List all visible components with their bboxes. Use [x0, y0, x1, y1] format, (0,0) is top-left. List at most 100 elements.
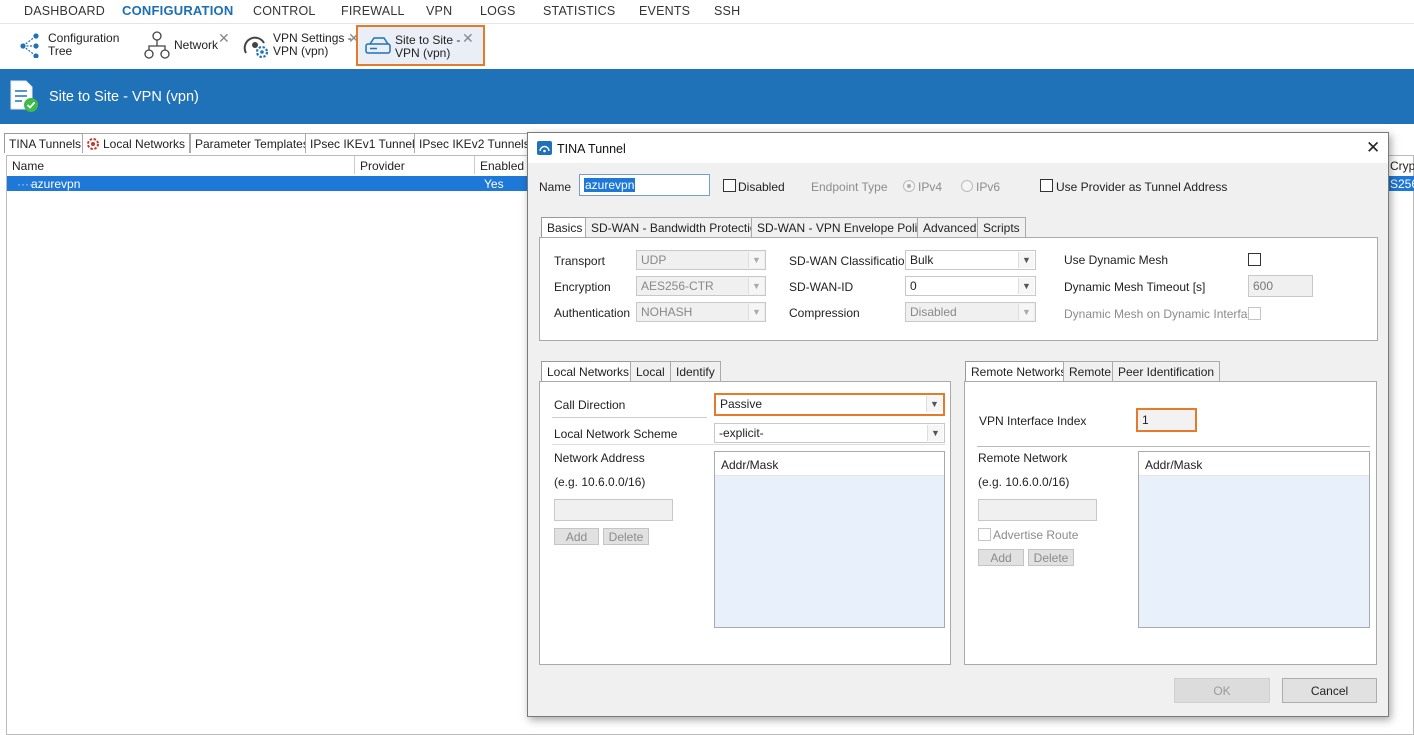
name-label: Name — [539, 180, 572, 194]
sdwan-id-select[interactable]: 0 ▼ — [905, 276, 1036, 296]
dialog-titlebar: TINA Tunnel ✕ — [528, 133, 1388, 163]
local-network-list[interactable]: Addr/Mask — [714, 451, 945, 628]
compression-select[interactable]: Disabled ▼ — [905, 302, 1036, 322]
add-button[interactable]: Add — [978, 549, 1024, 566]
ok-button[interactable]: OK — [1174, 678, 1270, 703]
column-header-enabled[interactable]: Enabled — [480, 159, 524, 173]
remote-network-input[interactable] — [978, 499, 1097, 521]
nav-ssh[interactable]: SSH — [714, 4, 740, 18]
name-input[interactable]: azurevpn — [579, 174, 710, 196]
use-provider-checkbox[interactable] — [1040, 179, 1053, 192]
transport-select[interactable]: UDP ▼ — [636, 250, 766, 270]
compression-label: Compression — [789, 306, 860, 320]
dynamic-mesh-interface-checkbox[interactable] — [1248, 307, 1261, 320]
dynamic-mesh-checkbox[interactable] — [1248, 253, 1261, 266]
column-header-name[interactable]: Name — [12, 159, 44, 173]
nav-configuration[interactable]: CONFIGURATION — [122, 3, 233, 18]
page-title: Site to Site - VPN (vpn) — [49, 89, 199, 105]
subtab-local-networks[interactable]: Local Networks — [82, 133, 191, 153]
tab-peer-identification[interactable]: Peer Identification — [1112, 361, 1221, 381]
ipv4-label: IPv4 — [918, 180, 943, 194]
network-address-input[interactable] — [554, 499, 673, 521]
nav-events[interactable]: EVENTS — [639, 4, 690, 18]
document-tab-strip: Configuration Tree Network ✕ VPN Setting… — [0, 24, 1414, 69]
tab-label-line2: VPN (vpn) — [395, 46, 451, 60]
chevron-down-icon: ▼ — [1018, 252, 1034, 268]
tab-site-to-site[interactable]: Site to Site - VPN (vpn) ✕ — [356, 25, 485, 66]
tab-local-networks[interactable]: Local Networks — [541, 361, 636, 382]
ipv6-label: IPv6 — [976, 180, 1001, 194]
row-name: azurevpn — [31, 177, 81, 191]
call-direction-select[interactable]: Passive ▼ — [714, 393, 945, 416]
subtab-tina-tunnels[interactable]: TINA Tunnels — [4, 133, 87, 153]
tab-envelope-policy[interactable]: SD-WAN - VPN Envelope Policy — [751, 217, 936, 237]
divider — [977, 446, 1370, 447]
local-network-scheme-select[interactable]: -explicit- ▼ — [714, 423, 945, 443]
name-input-value: azurevpn — [584, 178, 636, 192]
close-icon[interactable]: ✕ — [1366, 138, 1380, 158]
vpn-interface-index-input[interactable]: 1 — [1136, 408, 1197, 432]
advertise-route-label: Advertise Route — [993, 528, 1079, 542]
nav-statistics[interactable]: STATISTICS — [543, 4, 615, 18]
nav-logs[interactable]: LOGS — [480, 4, 516, 18]
select-value: Passive — [720, 397, 763, 411]
delete-button[interactable]: Delete — [1028, 549, 1074, 566]
ipv6-radio[interactable] — [961, 180, 973, 192]
call-direction-label: Call Direction — [554, 398, 626, 412]
vpn-interface-index-label: VPN Interface Index — [979, 414, 1087, 428]
advertise-route-checkbox[interactable] — [978, 528, 991, 541]
disabled-checkbox[interactable] — [723, 179, 736, 192]
tab-network[interactable]: Network ✕ — [140, 25, 235, 66]
dialog-title: TINA Tunnel — [557, 142, 626, 156]
dynamic-mesh-label: Use Dynamic Mesh — [1064, 253, 1169, 267]
disabled-label: Disabled — [738, 180, 785, 194]
dynamic-mesh-timeout-input[interactable]: 600 — [1248, 275, 1313, 297]
column-header-provider[interactable]: Provider — [360, 159, 405, 173]
nav-dashboard[interactable]: DASHBOARD — [24, 4, 105, 18]
nav-firewall[interactable]: FIREWALL — [341, 4, 405, 18]
subtab-parameter-templates[interactable]: Parameter Templates — [190, 133, 314, 153]
row-enabled: Yes — [484, 177, 504, 191]
tab-remote[interactable]: Remote — [1063, 361, 1118, 381]
tab-bandwidth-protection[interactable]: SD-WAN - Bandwidth Protection — [585, 217, 770, 237]
select-value: 0 — [910, 279, 917, 293]
tab-remote-networks[interactable]: Remote Networks — [965, 361, 1073, 382]
dynamic-mesh-timeout-label: Dynamic Mesh Timeout [s] — [1064, 280, 1206, 294]
ipv4-radio[interactable] — [903, 180, 915, 192]
tab-identify[interactable]: Identify — [670, 361, 721, 381]
close-icon[interactable]: ✕ — [218, 30, 230, 47]
remote-network-list[interactable]: Addr/Mask — [1138, 451, 1370, 628]
local-networks-icon — [87, 138, 99, 150]
tab-scripts[interactable]: Scripts — [977, 217, 1026, 237]
tab-local[interactable]: Local — [630, 361, 671, 381]
select-value: Bulk — [910, 253, 934, 267]
cancel-button[interactable]: Cancel — [1282, 678, 1377, 703]
add-button[interactable]: Add — [554, 528, 599, 545]
authentication-select[interactable]: NOHASH ▼ — [636, 302, 766, 322]
sdwan-classification-select[interactable]: Bulk ▼ — [905, 250, 1036, 270]
column-separator — [474, 156, 475, 174]
app-icon — [537, 141, 552, 155]
tab-configuration-tree[interactable]: Configuration Tree — [16, 25, 126, 66]
site-to-site-icon — [365, 37, 391, 54]
close-icon[interactable]: ✕ — [462, 30, 474, 47]
divider — [552, 444, 945, 445]
sdwan-id-label: SD-WAN-ID — [789, 280, 854, 294]
select-value: AES256-CTR — [641, 279, 714, 293]
chevron-down-icon: ▼ — [1018, 304, 1034, 320]
subtab-ipsec-ikev2[interactable]: IPsec IKEv2 Tunnels — [414, 133, 535, 153]
encryption-select[interactable]: AES256-CTR ▼ — [636, 276, 766, 296]
nav-control[interactable]: CONTROL — [253, 4, 316, 18]
vpn-settings-icon — [243, 36, 269, 59]
column-header-crypto[interactable]: Cryp.. — [1390, 159, 1414, 173]
tab-vpn-settings[interactable]: VPN Settings - VPN (vpn) ✕ — [240, 25, 360, 66]
document-check-icon — [10, 80, 38, 112]
chevron-down-icon: ▼ — [748, 278, 764, 294]
tab-basics[interactable]: Basics — [541, 217, 589, 238]
subtab-ipsec-ikev1[interactable]: IPsec IKEv1 Tunnels — [305, 133, 426, 153]
tab-label-line1: Network — [174, 38, 219, 52]
tab-advanced[interactable]: Advanced — [917, 217, 983, 237]
nav-vpn[interactable]: VPN — [426, 4, 452, 18]
delete-button[interactable]: Delete — [603, 528, 649, 545]
remote-network-example: (e.g. 10.6.0.0/16) — [978, 475, 1070, 489]
